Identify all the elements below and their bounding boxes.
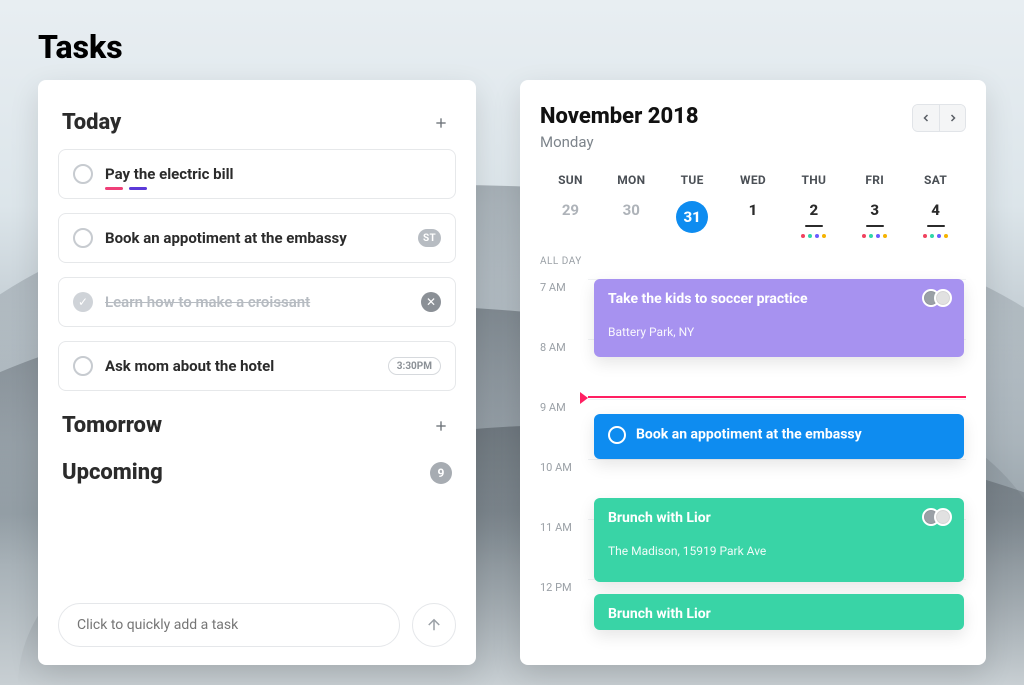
dow-cell: SAT <box>905 173 966 187</box>
plus-icon <box>433 418 449 434</box>
date-number: 2 <box>810 201 819 219</box>
add-task-tomorrow-button[interactable] <box>430 415 452 437</box>
event-title: Brunch with Lior <box>608 606 950 622</box>
add-task-today-button[interactable] <box>430 112 452 134</box>
current-time-indicator <box>588 396 966 398</box>
dow-cell: MON <box>601 173 662 187</box>
date-underline <box>927 225 945 227</box>
section-title: Upcoming <box>62 460 163 485</box>
calendar-day-subtitle: Monday <box>540 133 699 151</box>
date-cell[interactable]: 1 <box>723 201 784 238</box>
event-avatars <box>922 289 952 307</box>
dow-cell: THU <box>783 173 844 187</box>
event-dots <box>862 234 887 238</box>
calendar-event[interactable]: Take the kids to soccer practice Battery … <box>594 279 964 357</box>
task-text: Book an appotiment at the embassy <box>105 229 347 247</box>
hour-label: 10 AM <box>540 459 588 474</box>
event-location: The Madison, 15919 Park Ave <box>608 544 950 558</box>
date-underline <box>866 225 884 227</box>
dow-cell: WED <box>723 173 784 187</box>
upcoming-count-badge: 9 <box>430 462 452 484</box>
quick-add-input[interactable] <box>58 603 400 647</box>
quick-add-submit-button[interactable] <box>412 603 456 647</box>
calendar-event[interactable]: Brunch with Lior <box>594 594 964 630</box>
task-text: Ask mom about the hotel <box>105 357 274 375</box>
all-day-label: ALL DAY <box>540 256 966 267</box>
delete-task-button[interactable]: ✕ <box>421 292 441 312</box>
date-cell[interactable]: 3 <box>844 201 905 238</box>
date-number: 29 <box>562 201 579 219</box>
calendar-header: November 2018 Monday <box>540 104 966 151</box>
avatar <box>934 289 952 307</box>
chevron-left-icon <box>920 112 932 124</box>
event-title: Brunch with Lior <box>608 510 950 526</box>
section-title: Today <box>62 110 121 135</box>
schedule-grid: 7 AM8 AM9 AM10 AM11 AM12 PMTake the kids… <box>540 279 966 639</box>
calendar-panel: November 2018 Monday SUN MON TUE WED THU… <box>520 80 986 665</box>
date-cell[interactable]: 2 <box>783 201 844 238</box>
date-number: 3 <box>870 201 879 219</box>
hour-label: 7 AM <box>540 279 588 294</box>
task-item[interactable]: Learn how to make a croissant ✕ <box>58 277 456 327</box>
calendar-event[interactable]: Brunch with Lior The Madison, 15919 Park … <box>594 498 964 582</box>
dates-row: 29 30 31 1 2 3 4 <box>540 201 966 238</box>
section-header-upcoming: Upcoming 9 <box>62 460 452 485</box>
page-title: Tasks <box>38 28 123 66</box>
dow-cell: FRI <box>844 173 905 187</box>
calendar-nav-group <box>912 104 966 132</box>
task-checkbox[interactable] <box>73 356 93 376</box>
calendar-event[interactable]: Book an appotiment at the embassy <box>594 414 964 459</box>
hour-label: 11 AM <box>540 519 588 534</box>
event-checkbox-ring-icon <box>608 426 626 444</box>
event-dots <box>801 234 826 238</box>
tasks-panel: Today Pay the electric bill Book an appo… <box>38 80 476 665</box>
avatar <box>934 508 952 526</box>
event-title: Book an appotiment at the embassy <box>608 426 950 444</box>
arrow-up-icon <box>425 616 443 634</box>
dow-cell: TUE <box>662 173 723 187</box>
date-cell[interactable]: 31 <box>662 201 723 238</box>
date-number: 31 <box>676 201 708 233</box>
date-number: 4 <box>931 201 940 219</box>
task-badge: ST <box>418 229 441 247</box>
date-cell[interactable]: 4 <box>905 201 966 238</box>
task-checkbox[interactable] <box>73 228 93 248</box>
date-number: 30 <box>623 201 640 219</box>
task-item[interactable]: Book an appotiment at the embassy ST <box>58 213 456 263</box>
task-item[interactable]: Ask mom about the hotel 3:30PM <box>58 341 456 391</box>
date-cell[interactable]: 29 <box>540 201 601 238</box>
date-underline <box>805 225 823 227</box>
section-header-tomorrow: Tomorrow <box>62 413 452 438</box>
section-header-today: Today <box>62 110 452 135</box>
task-time-pill: 3:30PM <box>388 357 441 375</box>
event-dots <box>923 234 948 238</box>
quick-add-row <box>58 603 456 647</box>
date-cell[interactable]: 30 <box>601 201 662 238</box>
next-week-button[interactable] <box>939 105 965 131</box>
dow-cell: SUN <box>540 173 601 187</box>
plus-icon <box>433 115 449 131</box>
task-text: Learn how to make a croissant <box>105 293 310 311</box>
task-checkbox-checked[interactable] <box>73 292 93 312</box>
task-item[interactable]: Pay the electric bill <box>58 149 456 199</box>
day-of-week-row: SUN MON TUE WED THU FRI SAT <box>540 173 966 187</box>
event-title: Take the kids to soccer practice <box>608 291 950 307</box>
event-location: Battery Park, NY <box>608 325 950 339</box>
task-checkbox[interactable] <box>73 164 93 184</box>
date-number: 1 <box>749 201 758 219</box>
hour-label: 8 AM <box>540 339 588 354</box>
event-avatars <box>922 508 952 526</box>
prev-week-button[interactable] <box>913 105 939 131</box>
section-title: Tomorrow <box>62 413 162 438</box>
task-text: Pay the electric bill <box>105 165 234 183</box>
hour-label: 12 PM <box>540 579 588 594</box>
calendar-month-title: November 2018 <box>540 104 699 129</box>
chevron-right-icon <box>947 112 959 124</box>
